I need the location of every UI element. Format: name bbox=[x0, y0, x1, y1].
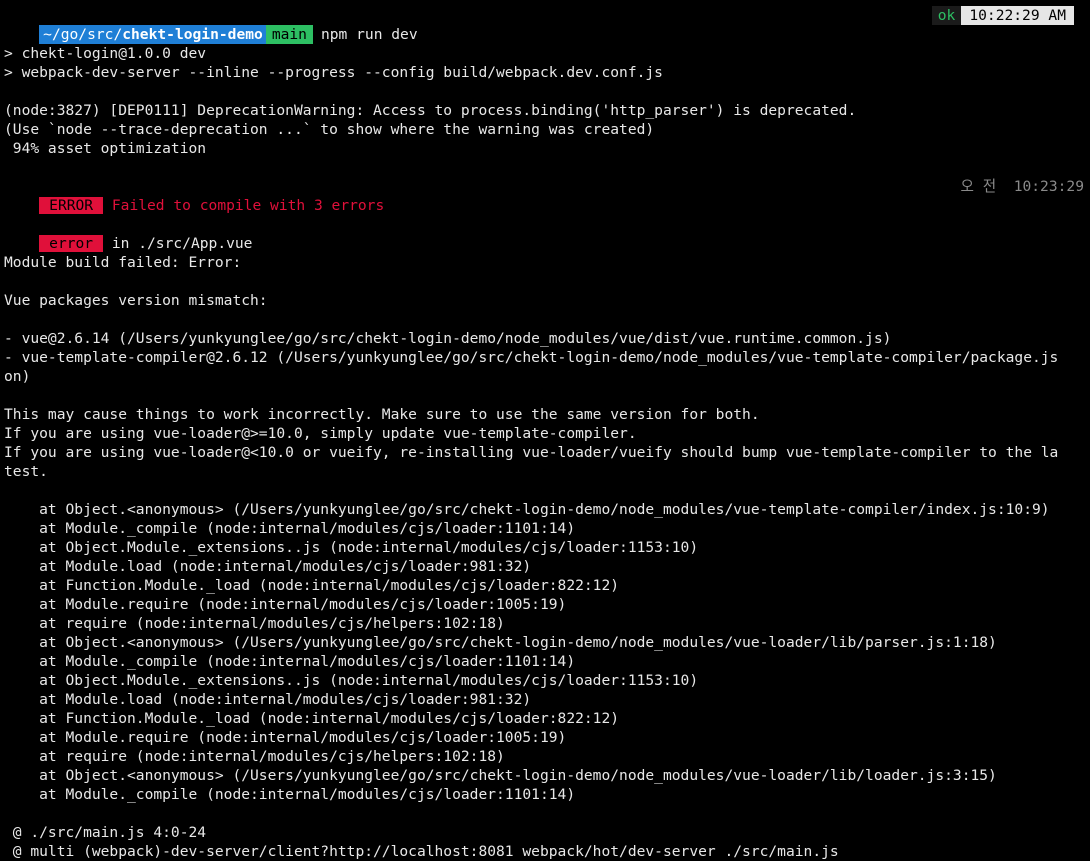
stack-frame: at Module._compile (node:internal/module… bbox=[4, 786, 576, 803]
stack-frame: at Object.Module._extensions..js (node:i… bbox=[4, 539, 699, 556]
progress-line: 94% asset optimization bbox=[4, 140, 207, 157]
output-line: Module build failed: Error: bbox=[4, 254, 242, 271]
stack-frame: at Object.Module._extensions..js (node:i… bbox=[4, 672, 699, 689]
stack-frame: at Module.load (node:internal/modules/cj… bbox=[4, 558, 532, 575]
exit-status-badge: ok bbox=[931, 6, 962, 25]
stack-frame: at require (node:internal/modules/cjs/he… bbox=[4, 615, 505, 632]
stack-frame: at Function.Module._load (node:internal/… bbox=[4, 710, 620, 727]
stack-frame: at Object.<anonymous> (/Users/yunkyungle… bbox=[4, 634, 997, 651]
output-line: @ multi (webpack)-dev-server/client?http… bbox=[4, 843, 839, 860]
stack-frame: at Function.Module._load (node:internal/… bbox=[4, 577, 620, 594]
output-line: > chekt-login@1.0.0 dev bbox=[4, 45, 207, 62]
output-line: test. bbox=[4, 463, 48, 480]
output-line: If you are using vue-loader@>=10.0, simp… bbox=[4, 425, 637, 442]
output-line: If you are using vue-loader@<10.0 or vue… bbox=[4, 444, 1059, 461]
output-line: (node:3827) [DEP0111] DeprecationWarning… bbox=[4, 102, 857, 119]
stack-frame: at Object.<anonymous> (/Users/yunkyungle… bbox=[4, 767, 997, 784]
typed-command: npm run dev bbox=[320, 26, 418, 43]
error-badge: ERROR bbox=[39, 197, 104, 214]
stack-frame: at Module.require (node:internal/modules… bbox=[4, 596, 567, 613]
stack-trace: at Object.<anonymous> (/Users/yunkyungle… bbox=[0, 500, 1090, 804]
prompt-path-prefix: ~/go/src/ bbox=[43, 26, 123, 43]
output-line: Vue packages version mismatch: bbox=[4, 292, 268, 309]
error-location-line: error in ./src/App.vue bbox=[0, 215, 1090, 252]
output-line: - vue@2.6.14 (/Users/yunkyunglee/go/src/… bbox=[4, 330, 892, 347]
stack-frame: at require (node:internal/modules/cjs/he… bbox=[4, 748, 505, 765]
prompt-path: ~/go/src/chekt-login-demo bbox=[39, 25, 266, 44]
stack-frame: at Module._compile (node:internal/module… bbox=[4, 653, 576, 670]
prompt-line: ~/go/src/chekt-login-demo main npm run dev… bbox=[0, 6, 1090, 44]
clock-badge: 10:22:29 AM bbox=[961, 6, 1074, 25]
error-summary-line: ERROR Failed to compile with 3 errors 오 … bbox=[0, 177, 1090, 214]
output-line: (Use `node --trace-deprecation ...` to s… bbox=[4, 121, 655, 138]
error-badge-small: error bbox=[39, 235, 104, 252]
output-line: - vue-template-compiler@2.6.12 (/Users/y… bbox=[4, 349, 1059, 366]
output-line: This may cause things to work incorrectl… bbox=[4, 406, 760, 423]
stack-frame: at Module.load (node:internal/modules/cj… bbox=[4, 691, 532, 708]
error-summary-text: Failed to compile with 3 errors bbox=[103, 197, 385, 214]
stack-frame: at Module._compile (node:internal/module… bbox=[4, 520, 576, 537]
output-line: on) bbox=[4, 368, 31, 385]
terminal-window[interactable]: ~/go/src/chekt-login-demo main npm run dev… bbox=[0, 6, 1090, 861]
prompt-path-project: chekt-login-demo bbox=[122, 26, 263, 43]
git-branch-badge: main bbox=[265, 25, 313, 44]
stack-frame: at Module.require (node:internal/modules… bbox=[4, 729, 567, 746]
stack-frame: at Object.<anonymous> (/Users/yunkyungle… bbox=[4, 501, 1050, 518]
error-location-text: in ./src/App.vue bbox=[103, 235, 253, 252]
output-line: > webpack-dev-server --inline --progress… bbox=[4, 64, 663, 81]
right-prompt-status: ok 10:22:29 AM bbox=[931, 6, 1074, 25]
output-line: @ ./src/main.js 4:0-24 bbox=[4, 824, 207, 841]
error-timestamp: 오 전 10:23:29 bbox=[960, 178, 1084, 195]
